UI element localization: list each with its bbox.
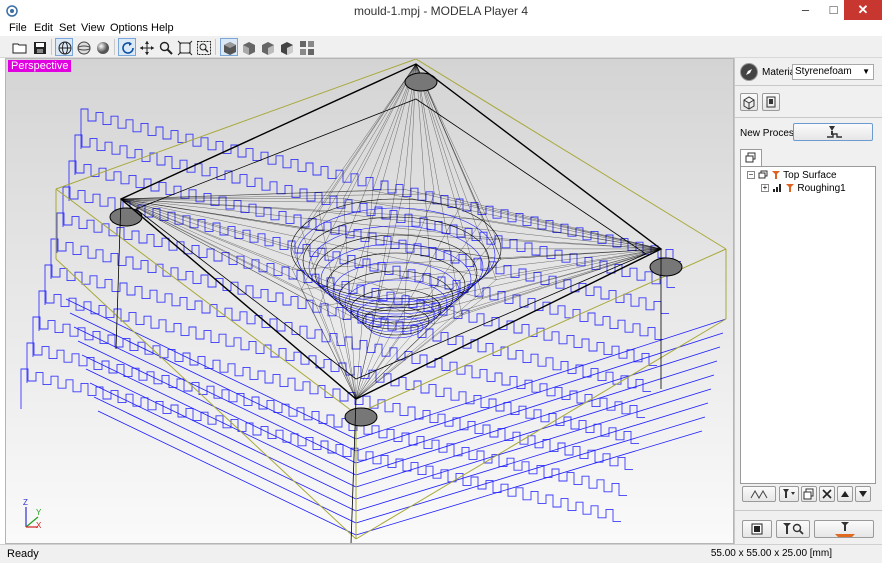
cut-button[interactable] [814,520,874,538]
process-tree: − Top Surface + Roughing1 [740,166,876,484]
cutter-icon [771,171,780,180]
front-view-icon[interactable] [239,38,257,56]
perspective-label[interactable]: Perspective [8,60,72,72]
model-dimensions: 55.00 x 55.00 x 25.00 [mm] [710,548,832,559]
stack-icon [745,152,756,163]
menu-file[interactable]: File [9,22,27,34]
window-title: mould-1.mpj - MODELA Player 4 [353,4,529,18]
side-view-icon[interactable] [258,38,276,56]
tool-settings-button[interactable] [779,486,799,502]
tab-process-tree[interactable] [740,149,762,167]
new-process-label: New Process [740,128,799,139]
menu-set[interactable]: Set [59,22,76,34]
stop-icon [751,523,763,535]
move-down-button[interactable] [855,486,871,502]
fit-icon[interactable] [175,38,193,56]
tree-row-roughing1[interactable]: + Roughing1 [761,183,846,194]
expand-icon[interactable]: + [761,184,769,193]
title-bar: mould-1.mpj - MODELA Player 4 – □ ✕ [0,0,882,22]
copy-icon [803,488,814,500]
panel-divider [735,510,882,511]
3d-viewport[interactable]: Z Y X Perspective [5,58,734,544]
tree-label-roughing1: Roughing1 [797,183,846,194]
chevron-down-icon: ▼ [862,67,870,76]
status-bar: Ready 55.00 x 55.00 x 25.00 [mm] [0,544,882,563]
copy-button[interactable] [801,486,817,502]
arrow-up-icon [841,491,849,497]
new-process-button[interactable] [793,123,873,141]
collapse-icon[interactable]: − [747,171,755,180]
process-panel: Material Styrenefoam ▼ New Process − Top… [734,58,882,544]
toolpath-preview-icon [750,489,768,500]
zoom-icon[interactable] [156,38,174,56]
multi-view-icon[interactable] [297,38,315,56]
menu-options[interactable]: Options [110,22,148,34]
menu-help[interactable]: Help [151,22,174,34]
wireframe-icon[interactable] [55,38,73,56]
maximize-button[interactable]: □ [820,0,847,20]
cutter-icon [785,184,794,193]
solid-sphere-icon[interactable] [93,38,111,56]
cut-icon [835,522,855,537]
axis-x-label: X [36,521,42,530]
open-folder-icon[interactable] [10,38,28,56]
minimize-button[interactable]: – [792,0,819,20]
toolbar-separator [215,39,216,55]
preview-button[interactable] [776,520,810,538]
arrow-down-icon [859,491,867,497]
cutter-search-icon [783,523,804,535]
rotate-icon[interactable] [118,38,136,56]
menu-view[interactable]: View [81,22,105,34]
zoom-window-icon[interactable] [194,38,212,56]
delete-icon [822,489,832,499]
save-icon[interactable] [30,38,48,56]
pan-icon[interactable] [137,38,155,56]
cutter-settings-icon [783,489,795,498]
preview-cutting-button[interactable] [742,486,776,502]
toolbar-separator [51,39,52,55]
panel-divider [735,85,882,86]
status-text: Ready [7,548,39,560]
signal-bars-icon [772,184,781,193]
menu-edit[interactable]: Edit [34,22,53,34]
stack-icon [758,170,768,179]
iso-view-icon[interactable] [220,38,238,56]
back-view-icon[interactable] [277,38,295,56]
tree-label-top-surface: Top Surface [783,170,837,181]
toolbar [0,36,882,58]
toolbar-separator [114,39,115,55]
delete-button[interactable] [819,486,835,502]
menu-bar: File Edit Set View Options Help [0,22,882,36]
scene-canvas[interactable]: Z Y X [6,59,734,544]
material-compass-icon[interactable] [740,63,758,81]
material-select[interactable]: Styrenefoam ▼ [792,64,874,80]
new-process-icon [827,126,842,138]
axis-z-label: Z [23,498,28,507]
axis-indicator: Z Y X [23,498,42,530]
base-settings-icon[interactable] [762,93,780,111]
close-button[interactable]: ✕ [844,0,882,20]
axis-y-label: Y [36,508,42,517]
material-select-value: Styrenefoam [795,66,852,77]
panel-divider [735,117,882,118]
stop-button[interactable] [742,520,772,538]
move-up-button[interactable] [837,486,853,502]
model-settings-icon[interactable] [740,93,758,111]
mesh-sphere-icon[interactable] [74,38,92,56]
tree-row-top-surface[interactable]: − Top Surface [747,170,837,181]
